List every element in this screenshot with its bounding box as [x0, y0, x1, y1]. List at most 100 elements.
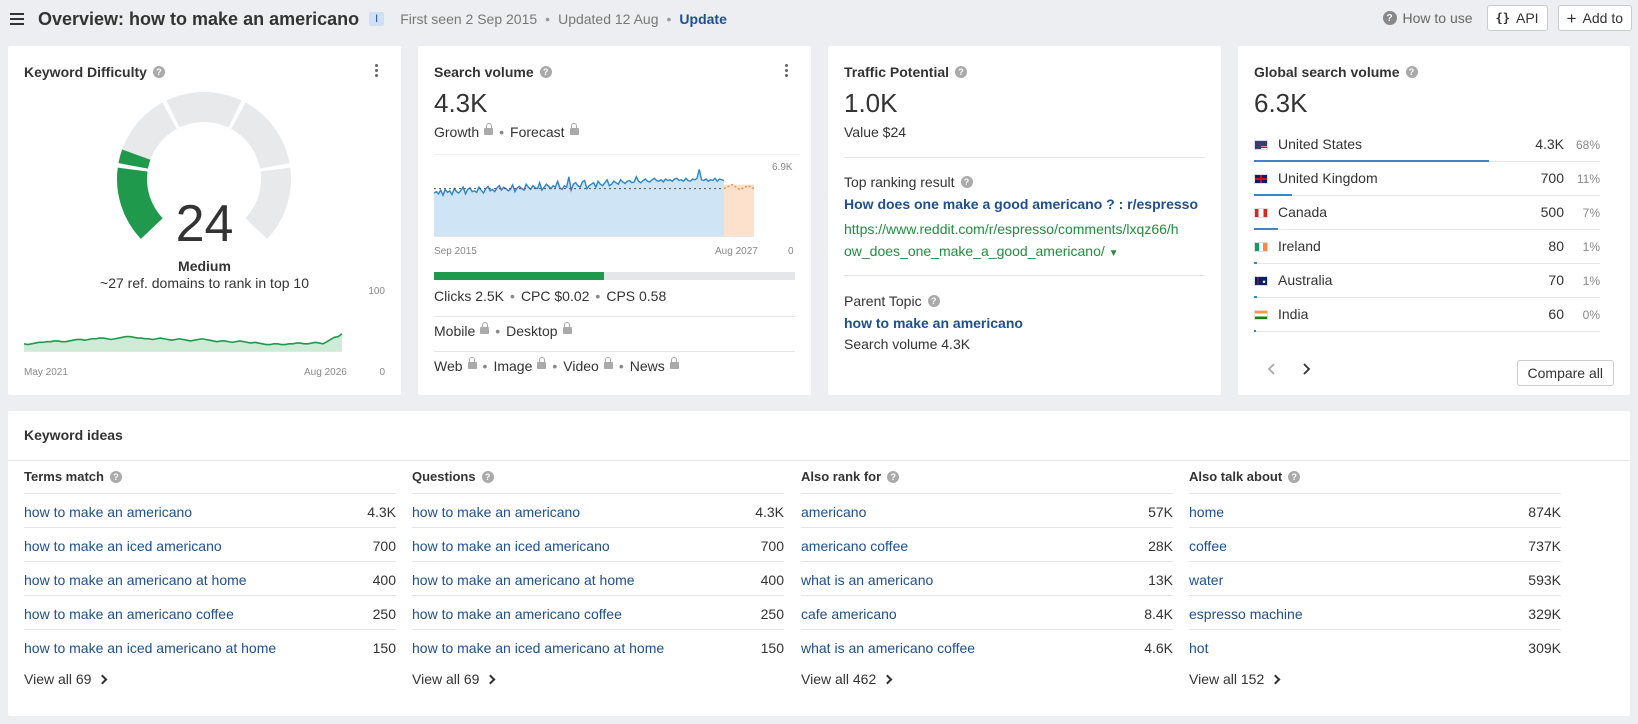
api-button[interactable]: {} API: [1486, 5, 1548, 31]
help-icon[interactable]: ?: [109, 470, 122, 483]
idea-keyword-link[interactable]: how to make an americano at home: [412, 572, 635, 588]
idea-keyword-link[interactable]: americano coffee: [801, 538, 908, 554]
country-row[interactable]: Ireland 80 1%: [1254, 230, 1600, 264]
idea-keyword-link[interactable]: how to make an iced americano: [24, 538, 222, 554]
idea-keyword-link[interactable]: how to make an iced americano at home: [412, 640, 664, 656]
idea-column-title-text: Also talk about: [1189, 469, 1283, 484]
idea-row: espresso machine 329K: [1189, 595, 1561, 630]
caret-down-icon[interactable]: ▼: [1109, 248, 1119, 259]
keyword-difficulty-card: Keyword Difficulty? 24 Medium ~27 ref. d…: [8, 46, 401, 395]
help-icon[interactable]: ?: [481, 470, 494, 483]
video-label[interactable]: Video: [563, 358, 599, 374]
language-badge[interactable]: I: [369, 12, 385, 26]
country-name: Australia: [1278, 272, 1333, 288]
separator-dot: •: [618, 358, 624, 374]
chevron-left-icon[interactable]: [1266, 363, 1278, 375]
lock-icon: [484, 122, 494, 135]
view-all-label: View all 69: [412, 671, 480, 687]
idea-keyword-link[interactable]: hot: [1189, 640, 1208, 656]
desktop-label[interactable]: Desktop: [506, 323, 557, 339]
idea-row: cafe americano 8.4K: [801, 595, 1173, 630]
idea-keyword-link[interactable]: americano: [801, 504, 866, 520]
help-icon[interactable]: ?: [887, 470, 900, 483]
gauge-segment: [231, 102, 290, 169]
growth-label[interactable]: Growth: [434, 124, 479, 140]
view-all-link[interactable]: View all 69: [412, 671, 496, 687]
idea-row: how to make an americano at home 400: [24, 561, 396, 596]
parent-topic-volume: Search volume 4.3K: [844, 336, 971, 352]
flag-in-icon: [1254, 310, 1268, 320]
more-options-icon[interactable]: [785, 64, 789, 77]
mobile-label[interactable]: Mobile: [434, 323, 475, 339]
country-row[interactable]: Australia 70 1%: [1254, 264, 1600, 298]
idea-keyword-link[interactable]: coffee: [1189, 538, 1227, 554]
idea-keyword-link[interactable]: espresso machine: [1189, 606, 1303, 622]
how-to-use-link[interactable]: ? How to use: [1382, 10, 1473, 26]
country-row[interactable]: United Kingdom 700 11%: [1254, 162, 1600, 196]
idea-row: how to make an americano at home 400: [412, 561, 784, 596]
idea-volume: 700: [760, 538, 784, 554]
idea-column-title: Terms match?: [24, 469, 122, 484]
idea-keyword-link[interactable]: how to make an americano coffee: [24, 606, 234, 622]
lock-icon: [537, 356, 547, 369]
idea-keyword-link[interactable]: how to make an americano at home: [24, 572, 247, 588]
api-label: API: [1516, 10, 1539, 26]
help-icon[interactable]: ?: [1405, 66, 1418, 78]
idea-keyword-link[interactable]: how to make an americano coffee: [412, 606, 622, 622]
country-row[interactable]: India 60 0%: [1254, 298, 1600, 332]
idea-keyword-link[interactable]: how to make an americano: [412, 504, 580, 520]
view-all-label: View all 462: [801, 671, 877, 687]
news-label[interactable]: News: [630, 358, 665, 374]
idea-column-title-text: Also rank for: [801, 469, 882, 484]
menu-icon[interactable]: [10, 13, 24, 25]
separator-dot: •: [545, 11, 551, 27]
flag-us-icon: [1254, 140, 1268, 150]
update-link[interactable]: Update: [679, 11, 726, 27]
parent-topic-link[interactable]: how to make an americano: [844, 315, 1023, 331]
idea-keyword-link[interactable]: how to make an iced americano: [412, 538, 610, 554]
country-row[interactable]: Canada 500 7%: [1254, 196, 1600, 230]
country-volume: 60: [1548, 306, 1564, 322]
view-all-link[interactable]: View all 69: [24, 671, 108, 687]
forecast-label[interactable]: Forecast: [510, 124, 564, 140]
web-label[interactable]: Web: [434, 358, 463, 374]
device-row: Mobile • Desktop: [434, 321, 572, 339]
add-to-button[interactable]: + Add to: [1557, 5, 1632, 31]
country-share: 11%: [1576, 172, 1600, 186]
country-name: Canada: [1278, 204, 1328, 220]
view-all-label: View all 69: [24, 671, 92, 687]
idea-keyword-link[interactable]: home: [1189, 504, 1224, 520]
idea-keyword-link[interactable]: how to make an iced americano at home: [24, 640, 276, 656]
country-row[interactable]: United States 4.3K 68%: [1254, 128, 1600, 162]
idea-volume: 250: [372, 606, 396, 622]
help-icon[interactable]: ?: [955, 66, 968, 78]
top-bar: Overview: how to make an americano I Fir…: [0, 0, 1638, 38]
help-icon[interactable]: ?: [1288, 470, 1301, 483]
idea-row: how to make an iced americano 700: [24, 527, 396, 562]
idea-volume: 57K: [1148, 504, 1173, 520]
separator-dot: •: [510, 288, 515, 304]
help-icon[interactable]: ?: [927, 295, 940, 307]
clicks-share-bar: [434, 272, 795, 280]
image-label[interactable]: Image: [493, 358, 532, 374]
compare-all-button[interactable]: Compare all: [1516, 360, 1614, 386]
idea-keyword-link[interactable]: what is an americano: [801, 572, 933, 588]
clicks-share-fill: [434, 272, 604, 280]
add-to-label: Add to: [1582, 10, 1623, 26]
idea-keyword-link[interactable]: what is an americano coffee: [801, 640, 975, 656]
top-result-title[interactable]: How does one make a good americano ? : r…: [844, 196, 1198, 212]
view-all-link[interactable]: View all 152: [1189, 671, 1281, 687]
idea-keyword-link[interactable]: cafe americano: [801, 606, 897, 622]
top-result-url[interactable]: https://www.reddit.com/r/espresso/commen…: [844, 218, 1179, 265]
idea-row: americano 57K: [801, 493, 1173, 528]
kd-value: 24: [175, 195, 234, 253]
view-all-link[interactable]: View all 462: [801, 671, 893, 687]
chevron-right-icon[interactable]: [1300, 363, 1312, 375]
help-icon[interactable]: ?: [960, 176, 973, 188]
gsv-title: Global search volume: [1254, 64, 1400, 80]
help-icon[interactable]: ?: [539, 66, 552, 78]
idea-row: how to make an americano 4.3K: [412, 493, 784, 528]
idea-keyword-link[interactable]: how to make an americano: [24, 504, 192, 520]
divider: [8, 460, 1630, 461]
idea-keyword-link[interactable]: water: [1189, 572, 1223, 588]
